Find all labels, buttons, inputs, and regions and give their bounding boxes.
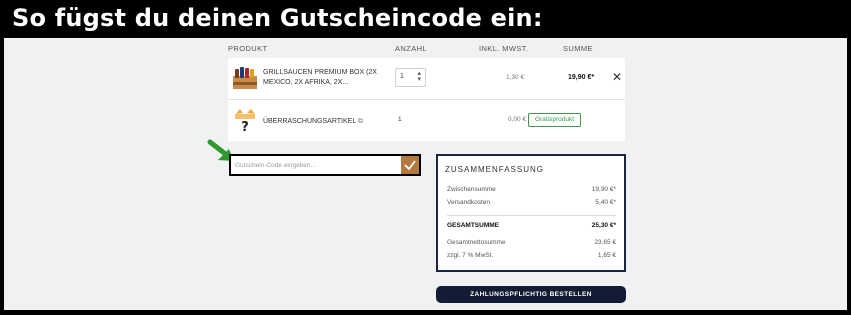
shipping-row: Versandkosten 5,40 €* — [447, 199, 616, 206]
summary-box: ZUSAMMENFASSUNG Zwischensumme 19,90 €* V… — [436, 154, 626, 272]
header-quantity: ANZAHL — [395, 44, 427, 53]
cart-item: GRILLSAUCEN PREMIUM BOX (2X MEXICO, 2X A… — [228, 58, 625, 100]
header-product: PRODUKT — [228, 44, 268, 53]
product-name-line2[interactable]: MEXICO, 2X AFRIKA, 2X... — [263, 78, 348, 88]
shipping-value: 5,40 €* — [595, 199, 616, 206]
total-row: GESAMTSUMME 25,30 €* — [447, 222, 616, 229]
cart-item: ? ÜBERRASCHUNGSARTIKEL ⧉ 1 0,00 € Gratis… — [228, 100, 625, 141]
net-value: 23,65 € — [594, 239, 616, 246]
chevron-updown-icon: ▴ ▾ — [417, 70, 421, 83]
order-button[interactable]: ZAHLUNGSPFLICHTIG BESTELLEN — [436, 286, 626, 303]
summary-title: ZUSAMMENFASSUNG — [445, 165, 545, 174]
product-name[interactable]: ÜBERRASCHUNGSARTIKEL ⧉ — [263, 117, 363, 127]
quantity-value: 1 — [400, 73, 404, 80]
item-quantity: 1 — [398, 116, 402, 123]
subtotal-row: Zwischensumme 19,90 €* — [447, 186, 616, 193]
close-icon[interactable]: ✕ — [612, 70, 622, 84]
external-link-icon[interactable]: ⧉ — [358, 118, 363, 125]
product-name-line1[interactable]: GRILLSAUCEN PREMIUM BOX (2X — [263, 68, 377, 78]
product-image[interactable] — [232, 66, 258, 90]
total-label: GESAMTSUMME — [447, 222, 499, 229]
shipping-label: Versandkosten — [447, 199, 491, 206]
free-product-badge: Gratisprodukt — [528, 113, 582, 127]
banner-title: So fügst du deinen Gutscheincode ein: — [12, 4, 543, 32]
svg-text:?: ? — [241, 120, 249, 134]
coupon-field — [229, 154, 421, 176]
net-row: Gesamtnettosumme 23,65 € — [447, 239, 616, 246]
cart-panel: PRODUKT ANZAHL INKL. MWST. SUMME GRILLSA… — [4, 38, 847, 310]
vat-row: zzgl. 7 % MwSt. 1,65 € — [447, 252, 616, 259]
subtotal-value: 19,90 €* — [591, 186, 616, 193]
vat-value: 1,65 € — [597, 252, 616, 259]
item-price: 0,00 € — [508, 116, 527, 123]
header-price: INKL. MWST. — [479, 44, 529, 53]
surprise-image: ? — [232, 108, 258, 135]
quantity-select[interactable]: 1 ▴ ▾ — [395, 68, 426, 87]
header-sum: SUMME — [563, 44, 593, 53]
coupon-input[interactable] — [231, 156, 401, 174]
subtotal-label: Zwischensumme — [447, 186, 496, 193]
divider — [447, 215, 616, 216]
item-total: 19,90 €* — [568, 74, 595, 81]
vat-label: zzgl. 7 % MwSt. — [447, 252, 494, 259]
item-price: 1,30 € — [506, 74, 525, 81]
net-label: Gesamtnettosumme — [447, 239, 506, 246]
coupon-submit-button[interactable] — [401, 156, 419, 174]
checkmark-icon — [404, 160, 416, 171]
total-value: 25,30 €* — [591, 222, 616, 229]
